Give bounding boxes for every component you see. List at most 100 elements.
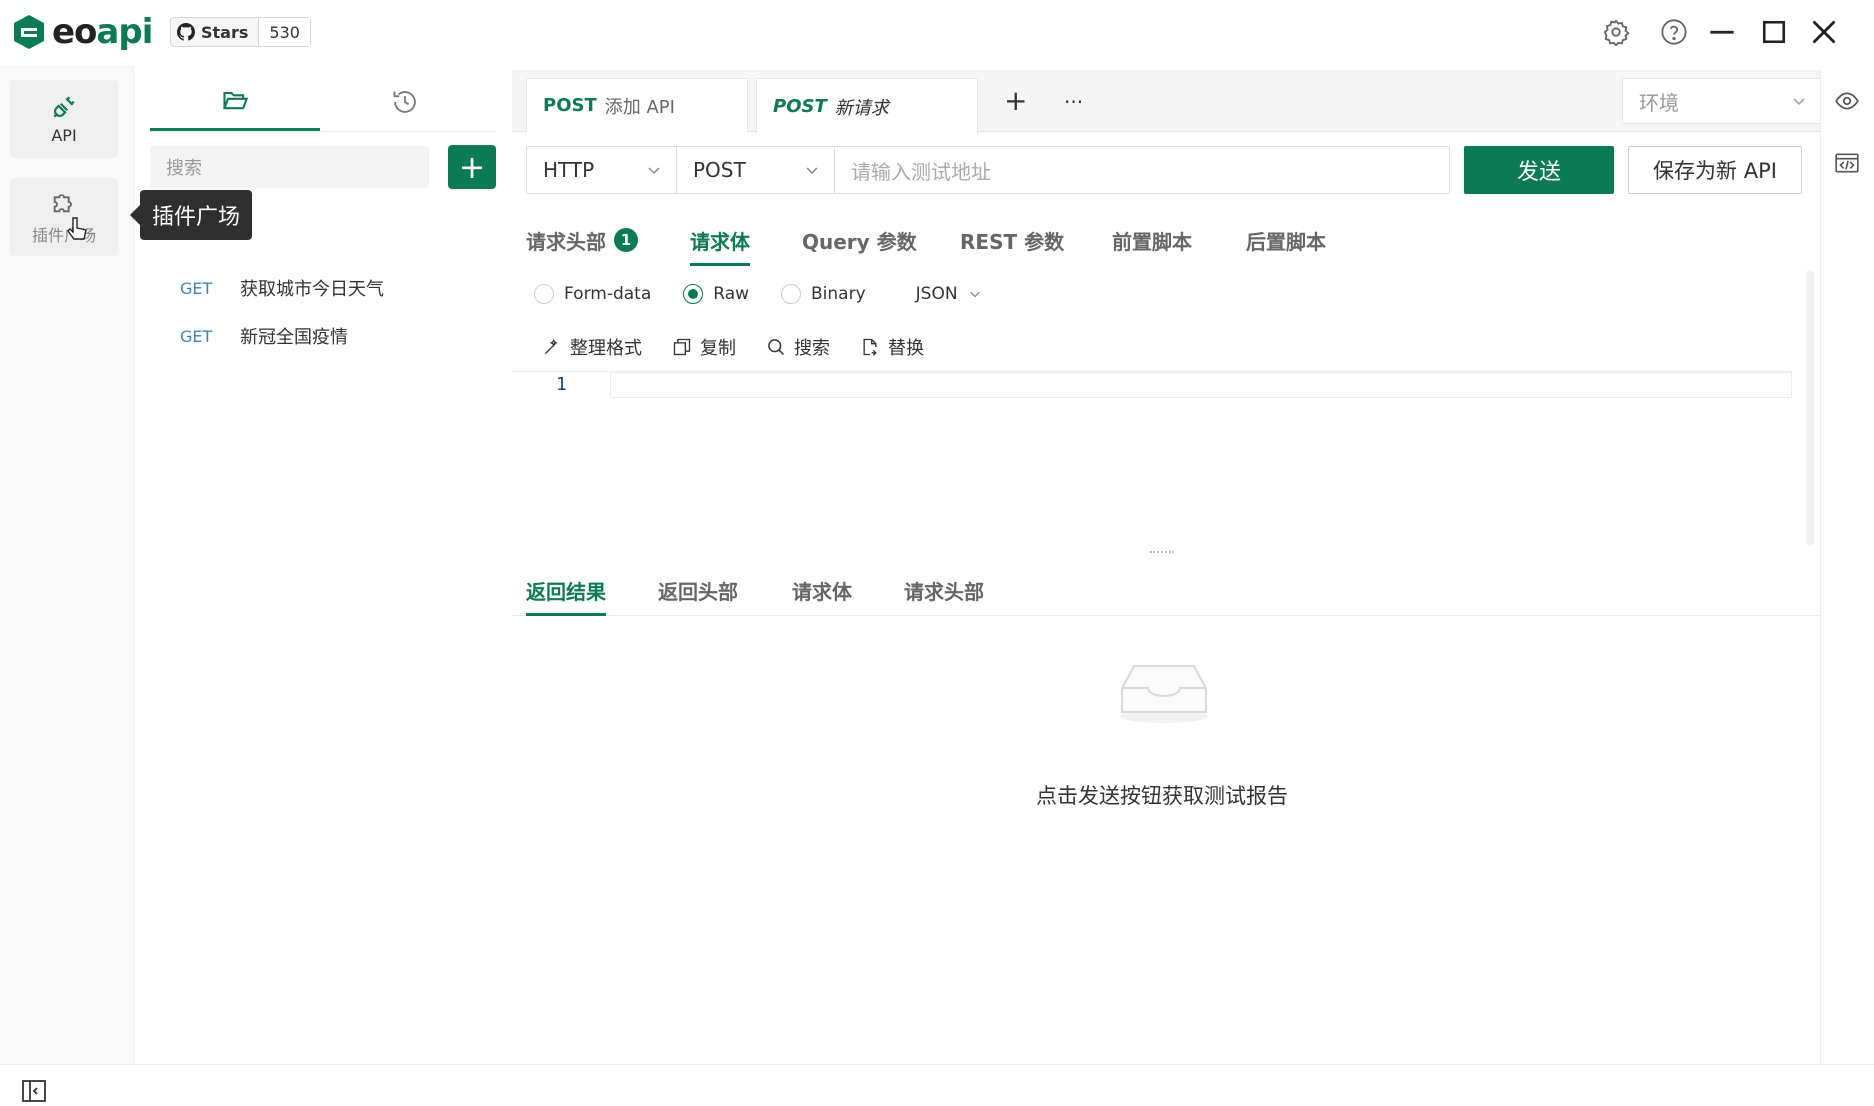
code-editor[interactable]: [512, 372, 1792, 552]
tool-label: 复制: [700, 337, 736, 359]
empty-state-message: 点击发送按钮获取测试报告: [1036, 784, 1288, 808]
help-icon[interactable]: [1654, 12, 1694, 52]
body-type-selector: Form-data Raw Binary JSON: [534, 280, 982, 308]
line-number: 1: [556, 374, 567, 395]
api-name: 获取城市今日天气: [240, 279, 384, 300]
tab-title: 新请求: [834, 97, 889, 119]
rail-item-plugins[interactable]: 插件广场: [10, 178, 118, 256]
toggle-sidebar-icon[interactable]: [22, 1080, 46, 1106]
eye-icon[interactable]: [1834, 88, 1860, 119]
tab-rest-params[interactable]: REST 参数: [960, 220, 1064, 260]
tab-method: POST: [773, 96, 827, 117]
tab-label: 返回结果: [526, 579, 606, 604]
rail-item-api[interactable]: API: [10, 80, 118, 158]
tab-pre-script[interactable]: 前置脚本: [1112, 220, 1192, 260]
new-tab-button[interactable]: +: [1004, 84, 1027, 117]
radio-form-data[interactable]: [534, 284, 554, 304]
tool-label: 整理格式: [570, 337, 642, 359]
app-logo: eoapi: [10, 12, 153, 52]
method-select[interactable]: POST: [677, 147, 835, 193]
send-button[interactable]: 发送: [1464, 146, 1614, 194]
tool-label: 替换: [888, 337, 924, 359]
tab-history[interactable]: [320, 73, 490, 131]
tab-api-list[interactable]: [150, 73, 320, 131]
protocol-value: HTTP: [543, 158, 595, 182]
tab-label: 请求头部: [526, 229, 606, 254]
radio-binary[interactable]: [781, 284, 802, 304]
add-api-button[interactable]: +: [448, 145, 496, 189]
protocol-select[interactable]: HTTP: [527, 147, 677, 193]
request-tab-active[interactable]: POST 新请求: [756, 78, 978, 134]
maximize-icon[interactable]: [1754, 12, 1794, 52]
stars-label: Stars: [201, 22, 249, 42]
github-stars-widget[interactable]: Stars 530: [170, 17, 311, 47]
tab-response-request-body[interactable]: 请求体: [792, 570, 852, 610]
magic-wand-icon: [544, 338, 558, 354]
save-as-new-api-button[interactable]: 保存为新 API: [1628, 146, 1802, 194]
stars-count: 530: [259, 18, 310, 46]
api-list-item[interactable]: GET 获取城市今日天气: [180, 268, 384, 308]
app-name: eoapi: [52, 12, 153, 52]
sidebar-search-input[interactable]: 搜索: [150, 146, 429, 188]
tool-label: 搜索: [794, 337, 830, 359]
search-button[interactable]: 搜索: [766, 334, 830, 360]
tab-label: REST 参数: [960, 229, 1065, 254]
rail-api-label: API: [51, 125, 77, 145]
tab-title: 添加 API: [604, 96, 675, 118]
api-list-item[interactable]: GET 新冠全国疫情: [180, 316, 348, 356]
editor-scrollbar[interactable]: [1806, 270, 1814, 546]
editor-toolbar: 整理格式 复制 搜索 替换: [512, 322, 1792, 372]
radio-label: Form-data: [564, 284, 652, 304]
tab-response-headers[interactable]: 返回头部: [658, 570, 738, 610]
tab-response-request-headers[interactable]: 请求头部: [904, 570, 984, 610]
close-icon[interactable]: [1804, 12, 1844, 52]
headers-count-badge: 1: [614, 228, 638, 252]
tab-response-result[interactable]: 返回结果: [526, 570, 606, 616]
code-panel-icon[interactable]: [1834, 150, 1860, 181]
github-icon: [177, 23, 195, 41]
status-bar: [0, 1064, 1874, 1106]
radio-label: Raw: [713, 284, 750, 304]
format-button[interactable]: 整理格式: [542, 334, 642, 360]
chevron-down-icon: [648, 167, 660, 175]
tab-request-headers[interactable]: 请求头部 1: [526, 220, 638, 260]
settings-gear-icon[interactable]: [1596, 12, 1636, 52]
panel-resize-handle[interactable]: [1150, 551, 1174, 555]
method-value: POST: [693, 158, 746, 182]
logo-icon: [14, 15, 44, 49]
replace-icon: [863, 338, 877, 356]
editor-active-line[interactable]: [610, 372, 1792, 398]
tab-method: POST: [543, 95, 597, 116]
minimize-icon[interactable]: [1702, 12, 1742, 52]
tab-more-button[interactable]: ···: [1064, 90, 1083, 114]
tab-query-params[interactable]: Query 参数: [802, 220, 917, 260]
tab-post-script[interactable]: 后置脚本: [1246, 220, 1326, 260]
radio-label: Binary: [811, 284, 866, 304]
api-plug-icon: [53, 95, 75, 118]
tab-label: 请求体: [690, 229, 750, 254]
copy-icon: [673, 338, 691, 355]
raw-format-select[interactable]: JSON: [916, 284, 982, 304]
tab-label: Query 参数: [802, 229, 917, 254]
copy-button[interactable]: 复制: [672, 334, 736, 360]
chevron-down-icon: [1793, 98, 1805, 106]
request-tab[interactable]: POST 添加 API: [526, 78, 748, 132]
right-panel-rail: [1820, 70, 1874, 1064]
tab-request-body[interactable]: 请求体: [690, 220, 750, 266]
replace-button[interactable]: 替换: [860, 334, 924, 360]
format-value: JSON: [915, 284, 958, 304]
history-icon: [393, 90, 416, 113]
empty-inbox-icon: [1120, 665, 1208, 723]
url-input[interactable]: 请输入测试地址: [835, 147, 1449, 193]
search-icon: [768, 338, 785, 355]
radio-raw[interactable]: [683, 284, 704, 304]
environment-select[interactable]: 环境: [1622, 78, 1822, 124]
tab-label: 返回头部: [658, 579, 738, 604]
puzzle-icon: [53, 194, 72, 213]
chevron-down-icon: [969, 291, 980, 298]
tab-label: 后置脚本: [1246, 229, 1326, 254]
tab-label: 请求体: [792, 579, 852, 604]
plugin-tooltip: 插件广场: [129, 190, 253, 240]
tab-label: 前置脚本: [1112, 229, 1192, 254]
request-url-bar: HTTP POST 请输入测试地址: [526, 146, 1450, 194]
